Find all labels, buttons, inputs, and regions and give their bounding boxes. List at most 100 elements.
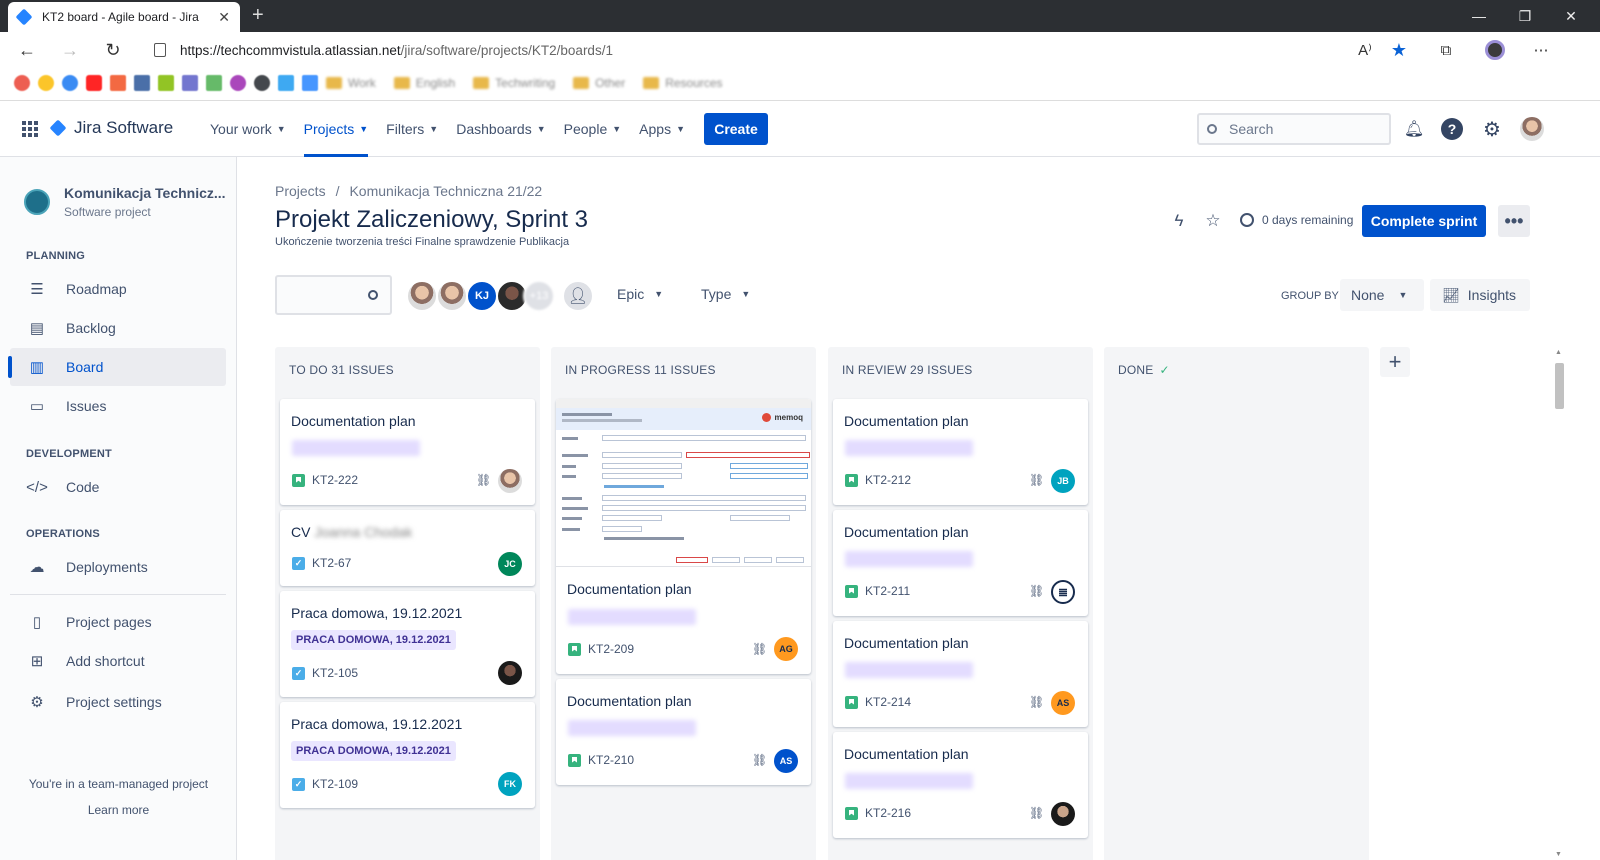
nav-your-work[interactable]: Your work ▼ bbox=[210, 101, 286, 157]
assignee-avatar[interactable]: AG bbox=[774, 637, 798, 661]
extensions-icon[interactable]: ⧉ bbox=[1433, 38, 1459, 62]
sidebar-item-code[interactable]: </> Code bbox=[10, 468, 226, 506]
sidebar-item-deployments[interactable]: ☁ Deployments bbox=[10, 548, 226, 586]
reload-icon[interactable]: ↻ bbox=[101, 38, 125, 62]
issue-card[interactable]: Documentation plan KT2-216 ⛓ bbox=[833, 732, 1088, 838]
bookmark-folder[interactable]: English bbox=[393, 76, 455, 90]
scroll-up-arrow-icon[interactable]: ▲ bbox=[1555, 349, 1562, 356]
breadcrumb-projects[interactable]: Projects bbox=[275, 183, 326, 199]
user-avatar[interactable] bbox=[1520, 117, 1544, 141]
browser-menu-icon[interactable]: ⋯ bbox=[1528, 38, 1554, 62]
issue-card[interactable]: Praca domowa, 19.12.2021 PRACA DOMOWA, 1… bbox=[280, 591, 535, 697]
bookmark-icon[interactable] bbox=[254, 75, 270, 91]
issue-card[interactable]: memoq Documentation plan KT2-209 ⛓ AG bbox=[556, 399, 811, 674]
issue-card[interactable]: Documentation plan KT2-222 ⛓ bbox=[280, 399, 535, 505]
forward-arrow-icon[interactable]: → bbox=[58, 38, 82, 62]
sidebar-item-issues[interactable]: ▭ Issues bbox=[10, 387, 226, 425]
sidebar-item-backlog[interactable]: ▤ Backlog bbox=[10, 309, 226, 347]
search-input[interactable]: Search bbox=[1197, 113, 1391, 145]
bookmark-icon[interactable] bbox=[302, 75, 318, 91]
browser-tab[interactable]: KT2 board - Agile board - Jira ✕ bbox=[8, 2, 240, 32]
project-header[interactable]: Komunikacja Technicz... Software project bbox=[24, 185, 226, 219]
assignee-avatar[interactable]: JC bbox=[498, 552, 522, 576]
insights-button[interactable]: 📈︎ Insights bbox=[1430, 279, 1530, 311]
issue-card[interactable]: Documentation plan KT2-210 ⛓ AS bbox=[556, 679, 811, 785]
epic-filter-dropdown[interactable]: Epic ▼ bbox=[617, 286, 663, 302]
assignee-avatar[interactable]: FK bbox=[498, 772, 522, 796]
scroll-down-arrow-icon[interactable]: ▼ bbox=[1555, 851, 1562, 858]
star-icon[interactable]: ☆ bbox=[1202, 210, 1224, 232]
document-avatar-icon[interactable]: ≣ bbox=[1051, 580, 1075, 604]
bookmark-icon[interactable] bbox=[182, 75, 198, 91]
sidebar-item-add-shortcut[interactable]: ⊞ Add shortcut bbox=[10, 642, 226, 680]
nav-dashboards[interactable]: Dashboards ▼ bbox=[456, 101, 545, 157]
assignee-avatar[interactable]: AS bbox=[774, 749, 798, 773]
bookmark-icon[interactable] bbox=[230, 75, 246, 91]
bookmark-folder[interactable]: Techwriting bbox=[473, 76, 555, 90]
app-switcher-icon[interactable] bbox=[22, 121, 38, 137]
sidebar-item-roadmap[interactable]: ☰ Roadmap bbox=[10, 270, 226, 308]
read-aloud-icon[interactable]: A⁾ bbox=[1352, 38, 1378, 62]
board-scrollbar[interactable]: ▲ ▼ bbox=[1552, 347, 1566, 860]
bookmark-folder[interactable]: Work bbox=[326, 76, 376, 90]
close-window-button[interactable]: ✕ bbox=[1548, 0, 1594, 32]
assignee-avatar[interactable]: JB bbox=[1051, 469, 1075, 493]
help-icon[interactable]: ? bbox=[1441, 118, 1463, 140]
issue-card[interactable]: Documentation plan KT2-211 ⛓ ≣ bbox=[833, 510, 1088, 616]
favorite-star-icon[interactable]: ★ bbox=[1386, 38, 1412, 62]
assignee-avatar[interactable] bbox=[1051, 802, 1075, 826]
nav-projects[interactable]: Projects ▼ bbox=[303, 101, 368, 157]
url-field[interactable]: https://techcommvistula.atlassian.net/ji… bbox=[140, 36, 1440, 64]
bookmark-icon[interactable] bbox=[110, 75, 126, 91]
bookmark-folder[interactable]: Other bbox=[573, 76, 625, 90]
learn-more-link[interactable]: Learn more bbox=[0, 803, 237, 817]
blurred-epic-label bbox=[568, 609, 696, 625]
minimize-window-button[interactable]: — bbox=[1456, 0, 1502, 32]
bookmark-icon[interactable] bbox=[86, 75, 102, 91]
bookmark-icon[interactable] bbox=[158, 75, 174, 91]
assignee-filter-avatar[interactable] bbox=[406, 280, 438, 312]
more-assignees-count[interactable]: +13 bbox=[523, 280, 555, 312]
bookmark-icon[interactable] bbox=[62, 75, 78, 91]
automation-lightning-icon[interactable]: ϟ bbox=[1168, 210, 1190, 232]
assignee-filter-avatar[interactable]: KJ bbox=[466, 280, 498, 312]
sidebar-item-project-pages[interactable]: ▯ Project pages bbox=[10, 603, 226, 641]
type-filter-dropdown[interactable]: Type ▼ bbox=[701, 286, 750, 302]
issue-card[interactable]: Documentation plan KT2-212 ⛓ JB bbox=[833, 399, 1088, 505]
close-tab-icon[interactable]: ✕ bbox=[218, 9, 230, 26]
jira-logo[interactable]: Jira Software bbox=[49, 118, 173, 138]
issue-card[interactable]: Praca domowa, 19.12.2021 PRACA DOMOWA, 1… bbox=[280, 702, 535, 808]
add-people-icon[interactable]: 👤︎ bbox=[562, 280, 594, 312]
sidebar-item-board[interactable]: ▥ Board bbox=[8, 348, 226, 386]
assignee-filter-avatar[interactable] bbox=[436, 280, 468, 312]
nav-apps[interactable]: Apps ▼ bbox=[639, 101, 685, 157]
bookmark-icon[interactable] bbox=[134, 75, 150, 91]
bookmark-icon[interactable] bbox=[206, 75, 222, 91]
sidebar-item-project-settings[interactable]: ⚙ Project settings bbox=[10, 683, 226, 721]
bookmark-icon[interactable] bbox=[38, 75, 54, 91]
new-tab-button[interactable]: + bbox=[252, 4, 264, 26]
add-column-button[interactable]: + bbox=[1380, 347, 1410, 377]
assignee-avatar[interactable] bbox=[498, 469, 522, 493]
profile-avatar[interactable] bbox=[1482, 38, 1508, 62]
scrollbar-thumb[interactable] bbox=[1555, 363, 1564, 409]
nav-filters[interactable]: Filters ▼ bbox=[386, 101, 438, 157]
nav-people[interactable]: People ▼ bbox=[564, 101, 622, 157]
breadcrumb-project[interactable]: Komunikacja Techniczna 21/22 bbox=[349, 183, 542, 199]
bookmark-icon[interactable] bbox=[14, 75, 30, 91]
back-arrow-icon[interactable]: ← bbox=[15, 38, 39, 62]
assignee-avatar[interactable]: AS bbox=[1051, 691, 1075, 715]
bookmark-icon[interactable] bbox=[278, 75, 294, 91]
create-button[interactable]: Create bbox=[704, 113, 768, 145]
settings-gear-icon[interactable]: ⚙ bbox=[1480, 117, 1504, 141]
issue-card[interactable]: CV Joanna Chodak ✓ KT2-67 JC bbox=[280, 510, 535, 586]
restore-window-button[interactable]: ❐ bbox=[1502, 0, 1548, 32]
assignee-avatar[interactable] bbox=[498, 661, 522, 685]
issue-card[interactable]: Documentation plan KT2-214 ⛓ AS bbox=[833, 621, 1088, 727]
bookmark-folder[interactable]: Resources bbox=[643, 76, 723, 90]
board-search-input[interactable] bbox=[275, 275, 392, 315]
notifications-bell-icon[interactable]: 🔔︎ bbox=[1402, 117, 1426, 141]
complete-sprint-button[interactable]: Complete sprint bbox=[1362, 205, 1486, 237]
more-actions-button[interactable]: ••• bbox=[1498, 205, 1530, 237]
group-by-dropdown[interactable]: None ▼ bbox=[1340, 279, 1424, 311]
